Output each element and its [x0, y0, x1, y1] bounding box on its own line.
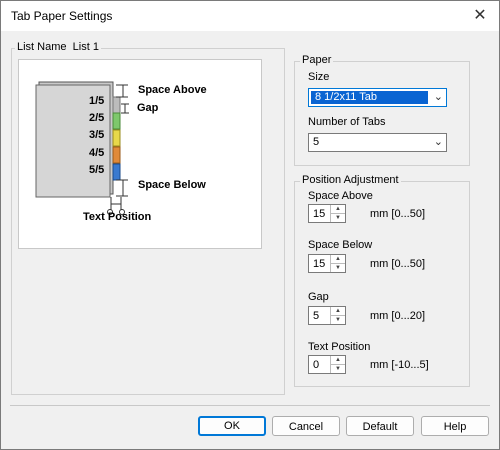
number-of-tabs-label: Number of Tabs — [308, 116, 386, 128]
paper-group-label: Paper — [300, 54, 334, 66]
tab-label-4: 4/5 — [89, 147, 105, 159]
dialog-window: Tab Paper Settings ✕ List Name List 1 1/… — [0, 0, 500, 450]
list-name-value: List 1 — [72, 41, 99, 53]
gap-stepper[interactable]: 5 ▲ ▼ — [308, 306, 346, 325]
tab-label-1: 1/5 — [89, 95, 105, 107]
gap-spin-buttons: ▲ ▼ — [330, 307, 345, 324]
space-above-label: Space Above — [308, 190, 373, 202]
space-below-value[interactable]: 15 — [313, 258, 325, 270]
tab-preview-panel: 1/5 2/5 3/5 4/5 5/5 Space Above Gap Spac… — [18, 59, 262, 249]
space-above-value[interactable]: 15 — [313, 208, 325, 220]
gap-value[interactable]: 5 — [313, 310, 319, 322]
text-position-caption: Text Position — [83, 211, 152, 223]
spin-up-icon[interactable]: ▲ — [331, 205, 345, 214]
space-below-label: Space Below — [308, 239, 373, 251]
spin-up-icon[interactable]: ▲ — [331, 356, 345, 365]
ok-button[interactable]: OK — [198, 416, 266, 436]
number-of-tabs-value: 5 — [313, 136, 320, 148]
footer-separator — [10, 405, 490, 406]
chevron-down-icon[interactable]: ⌄ — [434, 135, 443, 148]
tab-label-2: 2/5 — [89, 112, 105, 124]
text-position-unit: mm [-10...5] — [370, 359, 429, 371]
text-position-spin-buttons: ▲ ▼ — [330, 356, 345, 373]
tab-label-5: 5/5 — [89, 164, 105, 176]
spin-down-icon[interactable]: ▼ — [331, 214, 345, 222]
spin-down-icon[interactable]: ▼ — [331, 264, 345, 272]
space-above-unit: mm [0...50] — [370, 208, 426, 220]
space-below-caption: Space Below — [138, 179, 206, 191]
gap-caption: Gap — [137, 102, 159, 114]
spin-down-icon[interactable]: ▼ — [331, 316, 345, 324]
window-title: Tab Paper Settings — [11, 9, 113, 23]
cancel-button[interactable]: Cancel — [272, 416, 340, 436]
spin-down-icon[interactable]: ▼ — [331, 365, 345, 373]
text-position-label: Text Position — [308, 341, 371, 353]
size-dropdown[interactable]: 8 1/2x11 Tab ⌄ — [308, 88, 447, 107]
default-button[interactable]: Default — [346, 416, 414, 436]
space-below-stepper[interactable]: 15 ▲ ▼ — [308, 254, 346, 273]
spin-up-icon[interactable]: ▲ — [331, 307, 345, 316]
space-above-spin-buttons: ▲ ▼ — [330, 205, 345, 222]
gap-label: Gap — [308, 291, 329, 303]
list-name-caption: List Name — [17, 41, 67, 53]
gap-unit: mm [0...20] — [370, 310, 426, 322]
help-button[interactable]: Help — [421, 416, 489, 436]
text-position-value[interactable]: 0 — [313, 359, 319, 371]
text-position-stepper[interactable]: 0 ▲ ▼ — [308, 355, 346, 374]
close-icon[interactable]: ✕ — [467, 4, 493, 28]
size-label: Size — [308, 71, 330, 83]
space-above-stepper[interactable]: 15 ▲ ▼ — [308, 204, 346, 223]
chevron-down-icon[interactable]: ⌄ — [434, 90, 443, 103]
tab-label-3: 3/5 — [89, 129, 105, 141]
space-above-caption: Space Above — [138, 84, 207, 96]
spin-up-icon[interactable]: ▲ — [331, 255, 345, 264]
position-adjustment-label: Position Adjustment — [300, 174, 401, 186]
list-name-label: List Name List 1 — [15, 41, 101, 53]
title-bar: Tab Paper Settings ✕ — [1, 1, 499, 31]
size-value: 8 1/2x11 Tab — [315, 91, 377, 103]
number-of-tabs-dropdown[interactable]: 5 ⌄ — [308, 133, 447, 152]
space-below-unit: mm [0...50] — [370, 258, 426, 270]
space-below-spin-buttons: ▲ ▼ — [330, 255, 345, 272]
